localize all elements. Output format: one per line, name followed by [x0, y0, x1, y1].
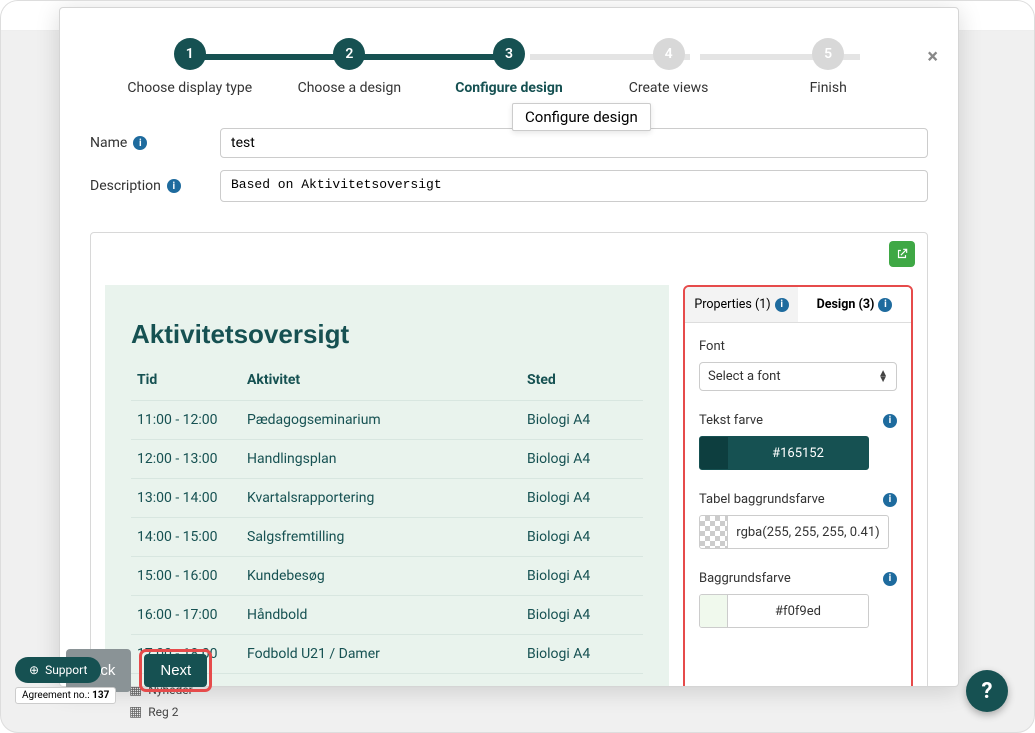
table-row: 16:00 - 17:00HåndboldBiologi A4 [131, 595, 643, 634]
info-icon[interactable]: i [883, 493, 897, 507]
preview-title: Aktivitetsoversigt [131, 319, 643, 350]
bg-list-item-2: ▦ Reg 2 [129, 704, 178, 720]
step-4[interactable]: 4 Create views [589, 38, 749, 96]
font-label: Font [699, 339, 897, 354]
design-settings-panel: Properties (1) i Design (3) i Font Sel [683, 285, 913, 687]
info-icon[interactable]: i [133, 136, 147, 150]
step-3[interactable]: 3 Configure design [429, 38, 589, 96]
name-input[interactable] [220, 128, 928, 158]
tab-design[interactable]: Design (3) i [798, 287, 911, 322]
color-swatch [700, 437, 728, 469]
help-fab[interactable]: ? [966, 670, 1008, 712]
info-icon[interactable]: i [883, 572, 897, 586]
wizard-stepper: 1 Choose display type 2 Choose a design … [60, 8, 958, 106]
table-row: 15:00 - 16:00KundebesøgBiologi A4 [131, 556, 643, 595]
info-icon[interactable]: i [167, 179, 181, 193]
table-row: 14:00 - 15:00SalgsfremtillingBiologi A4 [131, 517, 643, 556]
text-color-label: Tekst farve i [699, 413, 897, 428]
table-header: Tid Aktivitet Sted [131, 372, 643, 400]
design-preview: Aktivitetsoversigt Tid Aktivitet Sted 11… [105, 285, 669, 687]
step-2[interactable]: 2 Choose a design [270, 38, 430, 96]
info-icon[interactable]: i [883, 414, 897, 428]
font-select[interactable]: Select a font ▲▼ [699, 362, 897, 391]
description-label: Description i [90, 178, 220, 194]
agreement-badge: Agreement no.: 137 [15, 687, 116, 704]
info-icon: i [775, 298, 789, 312]
table-bg-color-picker[interactable]: rgba(255, 255, 255, 0.41) [699, 515, 889, 549]
external-link-icon [895, 247, 909, 261]
next-button[interactable]: Next [144, 654, 207, 687]
life-ring-icon: ⊕ [29, 663, 39, 677]
text-color-picker[interactable]: #165152 [699, 436, 869, 470]
calendar-icon: ▦ [129, 704, 142, 720]
step-5[interactable]: 5 Finish [748, 38, 908, 96]
preview-container: Aktivitetsoversigt Tid Aktivitet Sted 11… [90, 232, 928, 687]
step-tooltip: Configure design [512, 103, 651, 131]
name-label: Name i [90, 135, 220, 151]
table-row: 12:00 - 13:00HandlingsplanBiologi A4 [131, 439, 643, 478]
description-input[interactable]: Based on Aktivitetsoversigt [220, 170, 928, 202]
color-swatch [700, 516, 728, 548]
support-button[interactable]: ⊕ Support [15, 657, 101, 683]
table-row: 13:00 - 14:00KvartalsrapporteringBiologi… [131, 478, 643, 517]
bg-color-picker[interactable]: #f0f9ed [699, 594, 869, 628]
color-swatch [700, 595, 728, 627]
tab-properties[interactable]: Properties (1) i [685, 287, 798, 322]
sort-icon: ▲▼ [878, 371, 888, 383]
wizard-modal: × 1 Choose display type 2 Choose a desig… [59, 7, 959, 687]
step-1[interactable]: 1 Choose display type [110, 38, 270, 96]
open-external-button[interactable] [889, 241, 915, 267]
next-highlight: Next [139, 649, 212, 692]
info-icon: i [878, 298, 892, 312]
table-row: 11:00 - 12:00PædagogseminariumBiologi A4 [131, 400, 643, 439]
bg-color-label: Baggrundsfarve i [699, 571, 897, 586]
table-bg-label: Tabel baggrundsfarve i [699, 492, 897, 507]
